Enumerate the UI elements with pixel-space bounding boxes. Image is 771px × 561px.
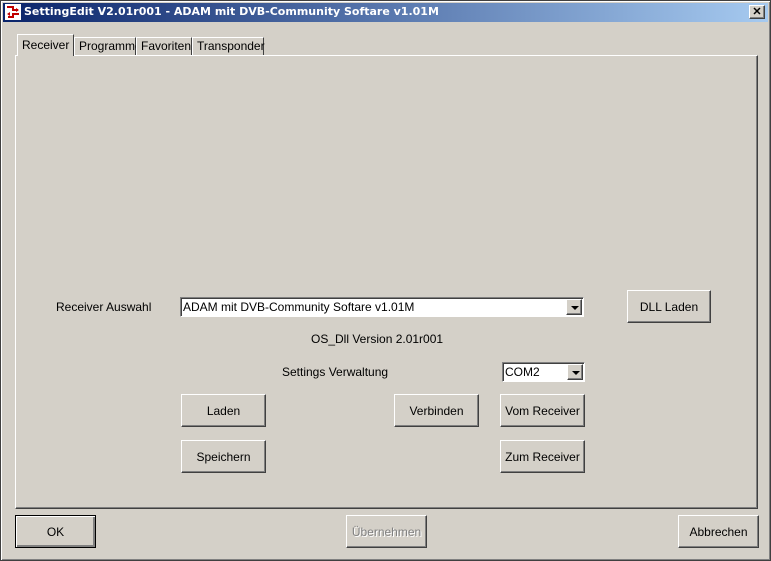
- vom-receiver-button[interactable]: Vom Receiver: [500, 394, 585, 427]
- dll-version-text: OS_Dll Version 2.01r001: [311, 332, 444, 346]
- title-bar[interactable]: SettingEdit V2.01r001 - ADAM mit DVB-Com…: [3, 3, 768, 22]
- zum-receiver-button[interactable]: Zum Receiver: [500, 440, 585, 473]
- tab-programme-label: Programme: [79, 39, 142, 53]
- main-window: SettingEdit V2.01r001 - ADAM mit DVB-Com…: [0, 0, 771, 561]
- close-button[interactable]: ✕: [749, 5, 765, 19]
- settings-verwaltung-label: Settings Verwaltung: [282, 365, 389, 379]
- speichern-button[interactable]: Speichern: [181, 440, 266, 473]
- tab-transponder[interactable]: Transponder: [192, 37, 265, 55]
- chevron-down-icon[interactable]: [566, 299, 582, 315]
- receiver-select-value: ADAM mit DVB-Community Softare v1.01M: [183, 300, 415, 314]
- ok-button[interactable]: OK: [15, 515, 96, 548]
- tab-transponder-label: Transponder: [197, 39, 265, 53]
- tab-receiver[interactable]: Receiver: [17, 34, 74, 56]
- laden-button[interactable]: Laden: [181, 394, 266, 427]
- tab-favoriten-label: Favoriten: [141, 39, 192, 53]
- tab-receiver-label: Receiver: [22, 38, 70, 52]
- com-port-select[interactable]: COM2: [502, 362, 585, 382]
- cancel-button[interactable]: Abbrechen: [678, 515, 759, 548]
- verbinden-button[interactable]: Verbinden: [394, 394, 479, 427]
- dll-laden-button[interactable]: DLL Laden: [627, 290, 711, 323]
- receiver-tab-panel: [15, 55, 758, 509]
- tab-programme[interactable]: Programme: [74, 37, 142, 55]
- window-title: SettingEdit V2.01r001 - ADAM mit DVB-Com…: [24, 5, 439, 18]
- tab-favoriten[interactable]: Favoriten: [136, 37, 192, 55]
- receiver-auswahl-label: Receiver Auswahl: [56, 300, 152, 314]
- com-port-value: COM2: [505, 365, 540, 379]
- close-icon: ✕: [752, 6, 762, 18]
- apply-button[interactable]: Übernehmen: [346, 515, 427, 548]
- chevron-down-icon[interactable]: [567, 364, 583, 380]
- receiver-select[interactable]: ADAM mit DVB-Community Softare v1.01M: [180, 297, 584, 317]
- app-icon: [5, 4, 21, 20]
